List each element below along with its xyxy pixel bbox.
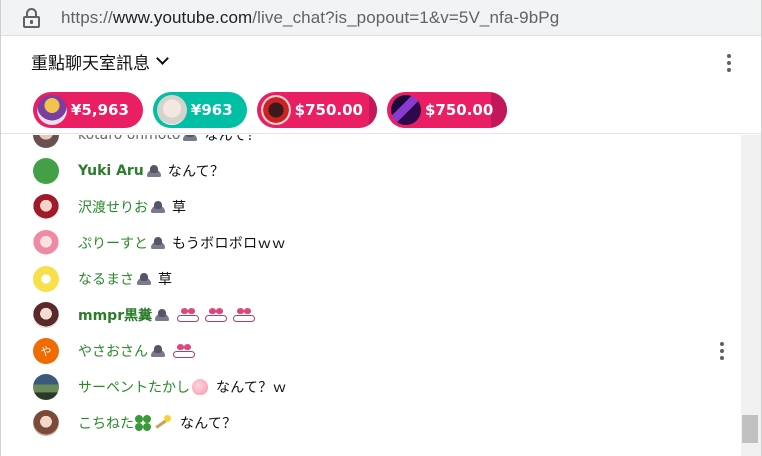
message-text: 草 <box>172 200 187 216</box>
message-text: なんて？ <box>180 416 237 432</box>
ticker-progress <box>491 91 508 128</box>
ticker-item[interactable]: ¥963 <box>152 91 247 128</box>
heart-emoji-icon <box>232 307 256 323</box>
member-badge-icon <box>136 272 152 286</box>
message-text <box>172 343 200 359</box>
lock-icon[interactable] <box>23 7 41 28</box>
avatar <box>33 266 59 292</box>
url-text[interactable]: https://www.youtube.com/live_chat?is_pop… <box>61 8 559 28</box>
chat-message-list[interactable]: kotaro ohmoto なんて？ Yuki Aru なんて？ 沢渡せりお 草… <box>2 135 742 456</box>
avatar <box>260 94 291 125</box>
member-badge-icon <box>146 164 162 178</box>
member-badge-icon <box>150 200 166 214</box>
message-menu-icon[interactable] <box>720 342 724 360</box>
heart-emoji-icon <box>176 307 200 323</box>
chat-mode-title[interactable]: 重點聊天室訊息 <box>31 49 150 74</box>
message-text: もうボロボロｗｗ <box>172 236 286 252</box>
ticker-amount: $750.00 <box>294 100 363 119</box>
chat-popout-window: https://www.youtube.com/live_chat?is_pop… <box>0 0 762 456</box>
magic-wand-icon <box>153 415 171 431</box>
member-badge-icon <box>182 135 198 142</box>
heart-emoji-icon <box>204 307 228 323</box>
ticker-item[interactable]: $750.00 <box>256 91 377 128</box>
member-badge-icon <box>150 344 166 358</box>
chat-message[interactable]: Yuki Aru なんて？ <box>2 153 742 189</box>
avatar <box>33 158 59 184</box>
author-name[interactable]: kotaro ohmoto <box>78 135 180 143</box>
avatar <box>33 302 59 328</box>
chevron-down-icon[interactable] <box>156 51 169 65</box>
author-name[interactable]: こちねた <box>78 413 134 433</box>
member-badge-icon <box>150 236 166 250</box>
chat-message[interactable]: mmpr黒糞 <box>2 297 742 333</box>
chat-scrollbar[interactable] <box>741 135 761 456</box>
four-leaf-clover-icon <box>135 415 151 431</box>
chat-message[interactable]: kotaro ohmoto なんて？ <box>2 135 742 153</box>
chat-message[interactable]: なるまさ 草 <box>2 261 742 297</box>
message-text: 草 <box>158 272 173 288</box>
avatar <box>33 410 59 436</box>
author-name[interactable]: mmpr黒糞 <box>78 305 152 325</box>
avatar <box>33 374 59 400</box>
ticker-item[interactable]: $750.00 <box>386 91 508 128</box>
avatar <box>33 135 59 148</box>
chat-message[interactable]: や やさおさん <box>2 333 742 369</box>
chat-message[interactable]: サーペントたかし なんて？ｗ <box>2 369 742 405</box>
more-options-icon[interactable] <box>727 54 731 72</box>
message-text: なんて？ｗ <box>216 380 287 396</box>
avatar <box>33 194 59 220</box>
author-name[interactable]: Yuki Aru <box>78 163 144 179</box>
avatar <box>156 94 187 125</box>
ticker-amount: $750.00 <box>424 100 494 119</box>
ticker-amount: ¥963 <box>190 100 233 119</box>
avatar: や <box>33 338 59 364</box>
address-bar[interactable]: https://www.youtube.com/live_chat?is_pop… <box>1 0 761 36</box>
chat-message[interactable]: ぷりーすと もうボロボロｗｗ <box>2 225 742 261</box>
message-text <box>176 307 260 323</box>
peach-emoji-icon <box>192 379 208 395</box>
avatar-initial: や <box>40 345 52 358</box>
avatar <box>33 230 59 256</box>
author-name[interactable]: サーペントたかし <box>78 377 190 397</box>
ticker-progress <box>368 91 377 128</box>
message-text: なんて？ <box>167 164 225 180</box>
avatar <box>390 94 421 125</box>
ticker-item[interactable]: ¥5,963 <box>33 91 143 128</box>
author-name[interactable]: ぷりーすと <box>78 233 148 253</box>
chat-message[interactable]: こちねた なんて？ <box>2 405 742 441</box>
heart-emoji-icon <box>172 343 196 359</box>
author-name[interactable]: なるまさ <box>78 269 134 289</box>
ticker-amount: ¥5,963 <box>71 100 129 119</box>
chat-header: 重點聊天室訊息 <box>1 36 761 86</box>
author-name[interactable]: やさおさん <box>78 341 148 361</box>
message-text: なんて？ <box>204 135 261 144</box>
super-chat-ticker-bar: ¥5,963 ¥963 $750.00 $750.00 <box>1 86 761 134</box>
scrollbar-thumb[interactable] <box>742 415 758 443</box>
author-name[interactable]: 沢渡せりお <box>78 197 148 217</box>
chat-message[interactable]: 沢渡せりお 草 <box>2 189 742 225</box>
avatar <box>37 94 67 125</box>
member-badge-icon <box>154 308 170 322</box>
